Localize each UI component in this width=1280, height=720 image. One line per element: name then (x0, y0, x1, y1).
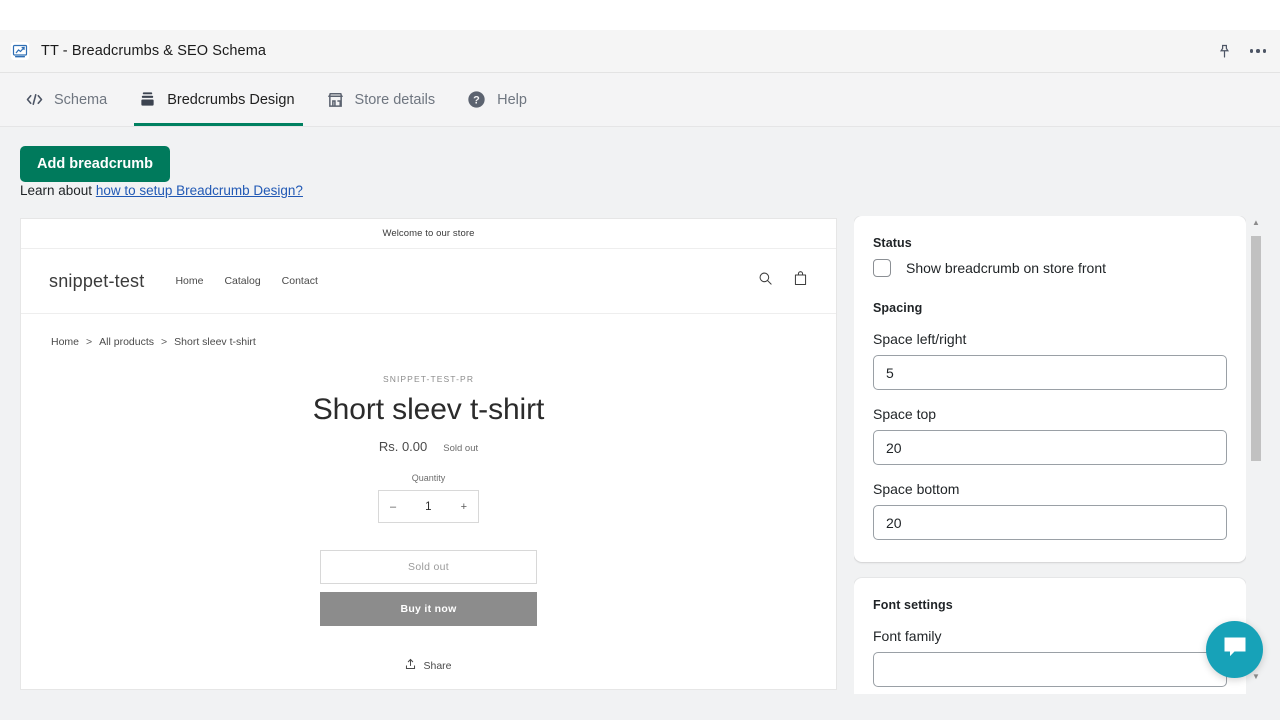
breadcrumb-item-current[interactable]: Short sleev t-shirt (174, 336, 256, 348)
share-label: Share (423, 660, 451, 672)
tab-schema-label: Schema (54, 92, 107, 108)
store-nav: Home Catalog Contact (175, 275, 317, 287)
font-settings-card: Font settings Font family (854, 578, 1246, 694)
tab-help-label: Help (497, 92, 527, 108)
more-options-icon[interactable] (1250, 49, 1267, 53)
space-bottom-input[interactable] (873, 505, 1227, 540)
font-family-label: Font family (873, 628, 1227, 644)
status-spacing-card: Status Show breadcrumb on store front Sp… (854, 216, 1246, 562)
buy-it-now-button[interactable]: Buy it now (320, 592, 537, 626)
app-chart-icon (11, 42, 29, 60)
storefront-preview: Welcome to our store snippet-test Home C… (20, 218, 837, 690)
space-left-right-input[interactable] (873, 355, 1227, 390)
scroll-down-arrow-icon[interactable]: ▼ (1252, 670, 1260, 684)
tab-schema[interactable]: Schema (18, 73, 131, 126)
share-button[interactable]: Share (21, 658, 836, 673)
breadcrumb-separator: > (161, 336, 167, 348)
tab-breadcrumbs-design-label: Bredcrumbs Design (167, 92, 294, 108)
tab-store-details-label: Store details (355, 92, 436, 108)
learn-about-prefix: Learn about (20, 183, 92, 198)
font-family-input[interactable] (873, 652, 1227, 687)
space-left-right-label: Space left/right (873, 331, 1227, 347)
quantity-value: 1 (425, 501, 431, 513)
product-details: SNIPPET-TEST-PR Short sleev t-shirt Rs. … (21, 348, 836, 673)
product-vendor: SNIPPET-TEST-PR (21, 374, 836, 384)
chat-bubble-icon (1222, 635, 1248, 664)
breadcrumb: Home > All products > Short sleev t-shir… (21, 314, 836, 348)
tab-store-details[interactable]: Store details (319, 73, 460, 126)
pin-icon[interactable] (1217, 44, 1232, 59)
app-title-bar: TT - Breadcrumbs & SEO Schema (0, 30, 1280, 73)
tab-breadcrumbs-design[interactable]: Bredcrumbs Design (131, 73, 318, 126)
store-logo[interactable]: snippet-test (49, 271, 144, 292)
space-top-input[interactable] (873, 430, 1227, 465)
announcement-bar: Welcome to our store (21, 219, 836, 249)
product-availability: Sold out (443, 443, 478, 454)
quantity-stepper[interactable]: – 1 + (378, 490, 479, 523)
store-nav-home[interactable]: Home (175, 275, 203, 287)
store-icon (327, 92, 344, 108)
store-nav-catalog[interactable]: Catalog (224, 275, 260, 287)
share-icon (405, 658, 416, 673)
store-header-icons (758, 271, 808, 292)
font-settings-heading: Font settings (873, 598, 1227, 612)
breadcrumb-design-help-link[interactable]: how to setup Breadcrumb Design? (96, 183, 303, 198)
show-breadcrumb-checkbox[interactable] (873, 259, 891, 277)
space-bottom-label: Space bottom (873, 481, 1227, 497)
scrollbar-track[interactable] (1249, 230, 1263, 670)
product-price-row: Rs. 0.00 Sold out (21, 439, 836, 454)
page-action-bar: Add breadcrumb Save (0, 127, 1280, 211)
browser-top-strip (0, 0, 1280, 30)
chat-support-button[interactable] (1206, 621, 1263, 678)
question-circle-icon: ? (467, 90, 486, 109)
settings-scrollbar[interactable]: ▲ ▼ (1249, 216, 1263, 684)
spacing-heading: Spacing (873, 301, 1227, 315)
titlebar-actions (1217, 44, 1267, 59)
quantity-label: Quantity (21, 473, 836, 483)
breadcrumb-item-home[interactable]: Home (51, 336, 79, 348)
layers-icon (139, 91, 156, 108)
scrollbar-thumb[interactable] (1251, 236, 1261, 461)
scroll-up-arrow-icon[interactable]: ▲ (1252, 216, 1260, 230)
status-heading: Status (873, 236, 1227, 250)
breadcrumb-item-all-products[interactable]: All products (99, 336, 154, 348)
show-breadcrumb-label: Show breadcrumb on store front (906, 260, 1106, 276)
main-tab-bar: Schema Bredcrumbs Design Store details (0, 73, 1280, 127)
workspace: Welcome to our store snippet-test Home C… (0, 211, 1280, 720)
product-title: Short sleev t-shirt (21, 393, 836, 427)
learn-about-line: Learn about how to setup Breadcrumb Desi… (20, 183, 303, 198)
show-breadcrumb-row[interactable]: Show breadcrumb on store front (873, 259, 1227, 277)
tab-help[interactable]: ? Help (459, 73, 551, 126)
app-title: TT - Breadcrumbs & SEO Schema (41, 43, 266, 59)
add-breadcrumb-button[interactable]: Add breadcrumb (20, 146, 170, 182)
search-icon[interactable] (758, 271, 773, 291)
svg-text:?: ? (473, 95, 480, 107)
sold-out-button: Sold out (320, 550, 537, 584)
settings-panel: Status Show breadcrumb on store front Sp… (854, 216, 1246, 694)
space-top-label: Space top (873, 406, 1227, 422)
quantity-increment-button[interactable]: + (461, 501, 467, 513)
code-icon (26, 92, 43, 107)
store-header: snippet-test Home Catalog Contact (21, 249, 836, 314)
product-price: Rs. 0.00 (379, 439, 427, 454)
quantity-decrement-button[interactable]: – (390, 501, 396, 513)
breadcrumb-separator: > (86, 336, 92, 348)
shopping-bag-icon[interactable] (793, 271, 808, 292)
store-nav-contact[interactable]: Contact (282, 275, 318, 287)
